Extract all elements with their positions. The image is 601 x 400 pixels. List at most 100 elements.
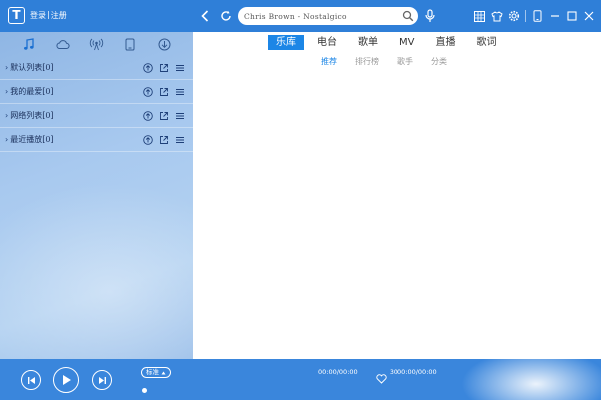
search-input[interactable]	[244, 9, 394, 23]
sidebar-tab-cloud[interactable]	[54, 36, 72, 52]
share-icon	[159, 135, 168, 144]
quality-selector[interactable]: 标准	[141, 367, 171, 378]
cloud-icon	[56, 39, 70, 49]
gear-icon	[508, 10, 519, 22]
chevron-right-icon: ›	[5, 63, 9, 72]
menu-button[interactable]	[174, 62, 185, 73]
time-display-total: 00:00/00:00	[397, 368, 437, 376]
search-button[interactable]	[402, 10, 414, 22]
close-icon	[584, 11, 593, 21]
menu-icon	[175, 88, 184, 95]
upload-icon	[142, 62, 153, 73]
upload-icon	[142, 110, 153, 121]
sidebar-tab-radio[interactable]	[87, 36, 105, 52]
window-tools	[471, 0, 601, 32]
sidebar-tab-download[interactable]	[155, 36, 173, 52]
menu-icon	[175, 136, 184, 143]
main-tabs: 乐库 电台 歌单 MV 直播 歌词	[268, 35, 509, 50]
subtab-charts[interactable]: 排行榜	[355, 56, 379, 67]
maximize-button[interactable]	[563, 8, 580, 24]
share-icon	[159, 87, 168, 96]
refresh-button[interactable]	[218, 7, 234, 25]
tab-lyrics[interactable]: 歌词	[468, 35, 504, 50]
tab-mv[interactable]: MV	[391, 35, 422, 50]
playlist-tools	[142, 110, 185, 121]
settings-button[interactable]	[505, 8, 522, 24]
tab-live[interactable]: 直播	[427, 35, 463, 50]
back-button[interactable]	[197, 7, 213, 25]
previous-button[interactable]	[21, 370, 41, 390]
share-button[interactable]	[158, 134, 169, 145]
device-icon	[125, 38, 135, 50]
chevron-left-icon	[201, 10, 209, 22]
heart-icon	[376, 374, 387, 384]
caret-up-icon	[161, 371, 166, 374]
login-link[interactable]: 登录	[30, 10, 46, 21]
quality-label: 标准	[146, 368, 159, 376]
share-button[interactable]	[158, 62, 169, 73]
upload-button[interactable]	[142, 110, 153, 121]
register-link[interactable]: 注册	[51, 10, 67, 21]
tab-playlists[interactable]: 歌单	[350, 35, 386, 50]
share-icon	[159, 63, 168, 72]
title-bar: T 登录 | 注册	[0, 0, 601, 32]
playlist-list: › 默认列表[0] › 我的最爱[0] › 网络列表[0] › 最近播放[0]	[0, 56, 193, 152]
mini-mode-button[interactable]	[529, 8, 546, 24]
playlist-item[interactable]: › 最近播放[0]	[0, 128, 193, 152]
app-logo: T	[8, 7, 25, 24]
minimize-icon	[550, 15, 559, 17]
subtab-recommend[interactable]: 推荐	[321, 56, 337, 67]
playlist-item[interactable]: › 默认列表[0]	[0, 56, 193, 80]
upload-button[interactable]	[142, 134, 153, 145]
sidebar-tab-music[interactable]	[20, 36, 38, 52]
chevron-right-icon: ›	[5, 111, 9, 120]
menu-icon	[175, 112, 184, 119]
menu-button[interactable]	[174, 86, 185, 97]
sidebar-tab-device[interactable]	[121, 36, 139, 52]
playlist-tools	[142, 134, 185, 145]
share-button[interactable]	[158, 110, 169, 121]
progress-handle[interactable]	[142, 388, 147, 393]
toolbar-divider	[525, 10, 526, 22]
playlist-label: 默认列表[0]	[10, 63, 54, 72]
refresh-icon	[221, 10, 231, 21]
tab-library[interactable]: 乐库	[268, 35, 304, 50]
play-icon	[62, 375, 71, 385]
sub-tabs: 推荐 排行榜 歌手 分类	[321, 56, 465, 67]
play-button[interactable]	[53, 367, 79, 393]
favorite-button[interactable]	[376, 374, 387, 385]
playlist-item[interactable]: › 我的最爱[0]	[0, 80, 193, 104]
subtab-categories[interactable]: 分类	[431, 56, 447, 67]
maximize-icon	[566, 11, 577, 21]
time-display-current: 00:00/00:00	[318, 368, 358, 376]
upload-button[interactable]	[142, 62, 153, 73]
player-bar: 标准 00:00/00:00 30 00:00/00:00	[0, 359, 601, 400]
microphone-icon	[425, 9, 435, 22]
voice-search-button[interactable]	[423, 8, 437, 24]
sidebar: › 默认列表[0] › 我的最爱[0] › 网络列表[0] › 最近播放[0]	[0, 32, 193, 359]
subtab-artists[interactable]: 歌手	[397, 56, 413, 67]
playlist-label: 最近播放[0]	[10, 135, 54, 144]
grid-icon	[474, 10, 485, 22]
grid-button[interactable]	[471, 8, 488, 24]
download-icon	[158, 38, 171, 50]
menu-button[interactable]	[174, 134, 185, 145]
menu-button[interactable]	[174, 110, 185, 121]
share-button[interactable]	[158, 86, 169, 97]
playlist-label: 网络列表[0]	[10, 111, 54, 120]
music-note-icon	[23, 37, 34, 50]
playlist-tools	[142, 86, 185, 97]
upload-button[interactable]	[142, 86, 153, 97]
skip-next-icon	[98, 376, 106, 384]
shirt-icon	[490, 10, 503, 21]
minimize-button[interactable]	[546, 8, 563, 24]
close-button[interactable]	[580, 8, 597, 24]
playlist-tools	[142, 62, 185, 73]
playlist-item[interactable]: › 网络列表[0]	[0, 104, 193, 128]
upload-icon	[142, 86, 153, 97]
skin-button[interactable]	[488, 8, 505, 24]
next-button[interactable]	[92, 370, 112, 390]
playlist-label: 我的最爱[0]	[10, 87, 54, 96]
tab-radio[interactable]: 电台	[309, 35, 345, 50]
chevron-right-icon: ›	[5, 135, 9, 144]
